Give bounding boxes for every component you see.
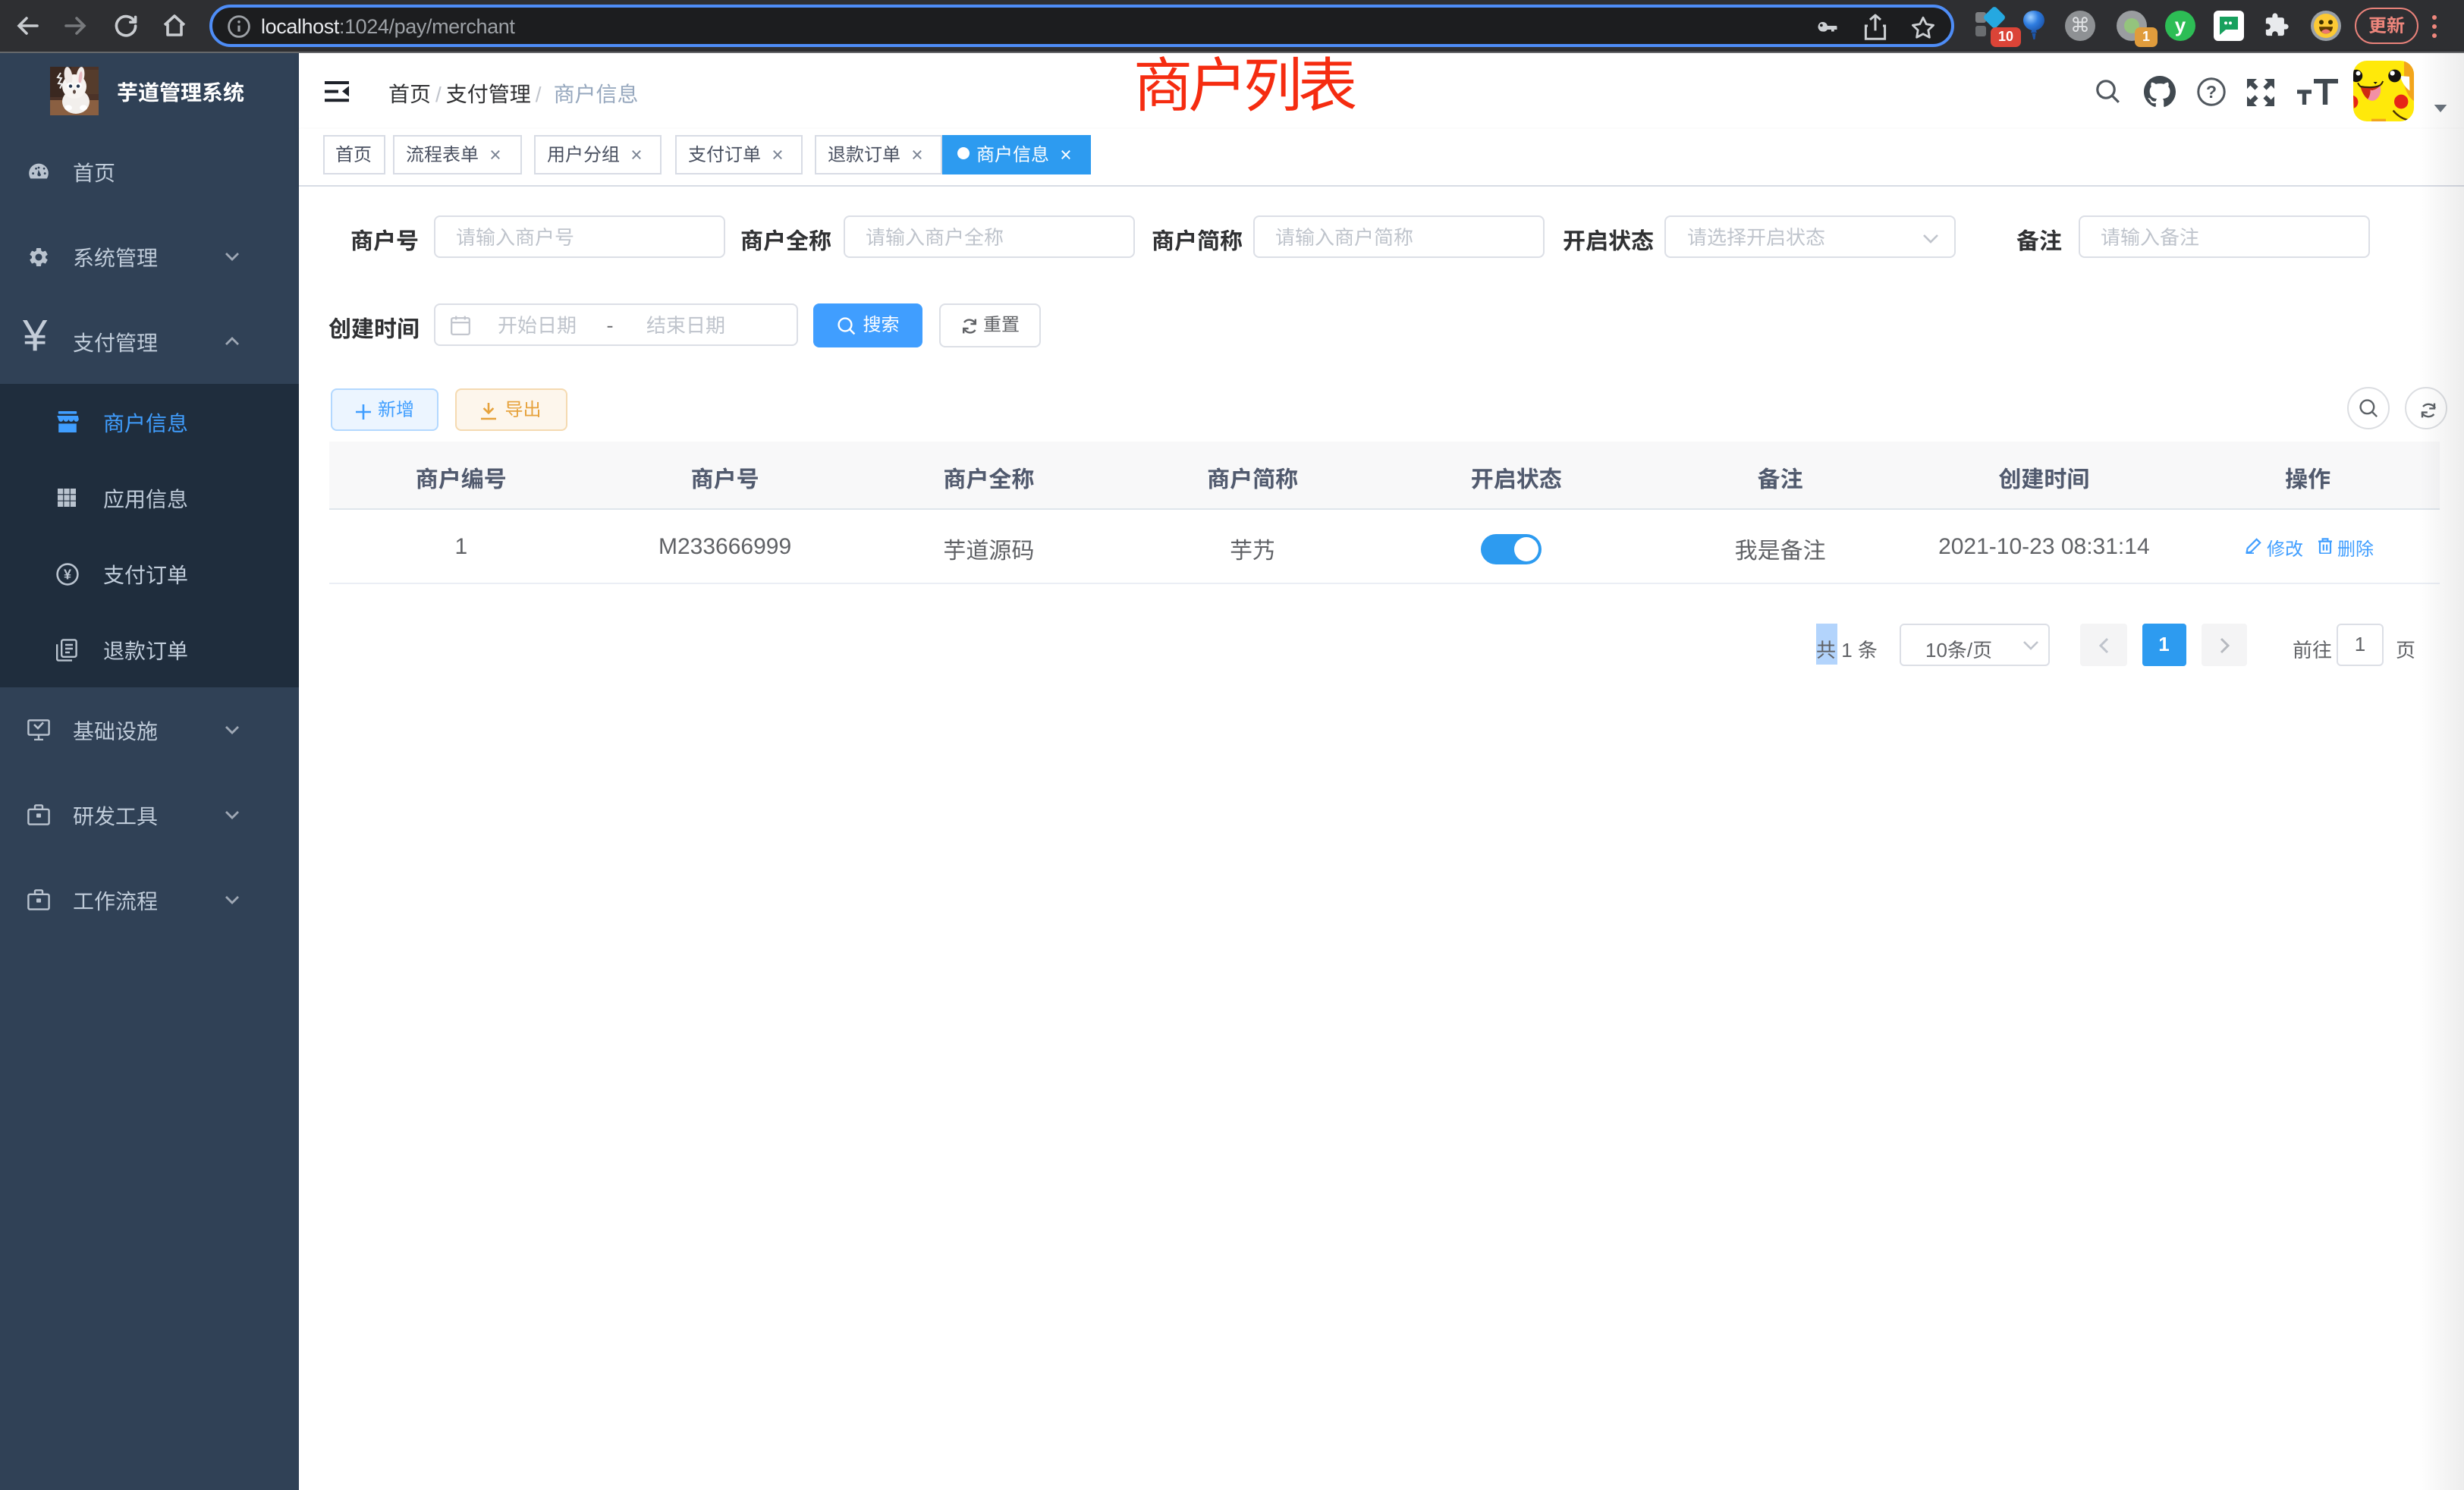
svg-text:¥: ¥ (64, 567, 71, 583)
svg-text:?: ? (2206, 82, 2217, 102)
